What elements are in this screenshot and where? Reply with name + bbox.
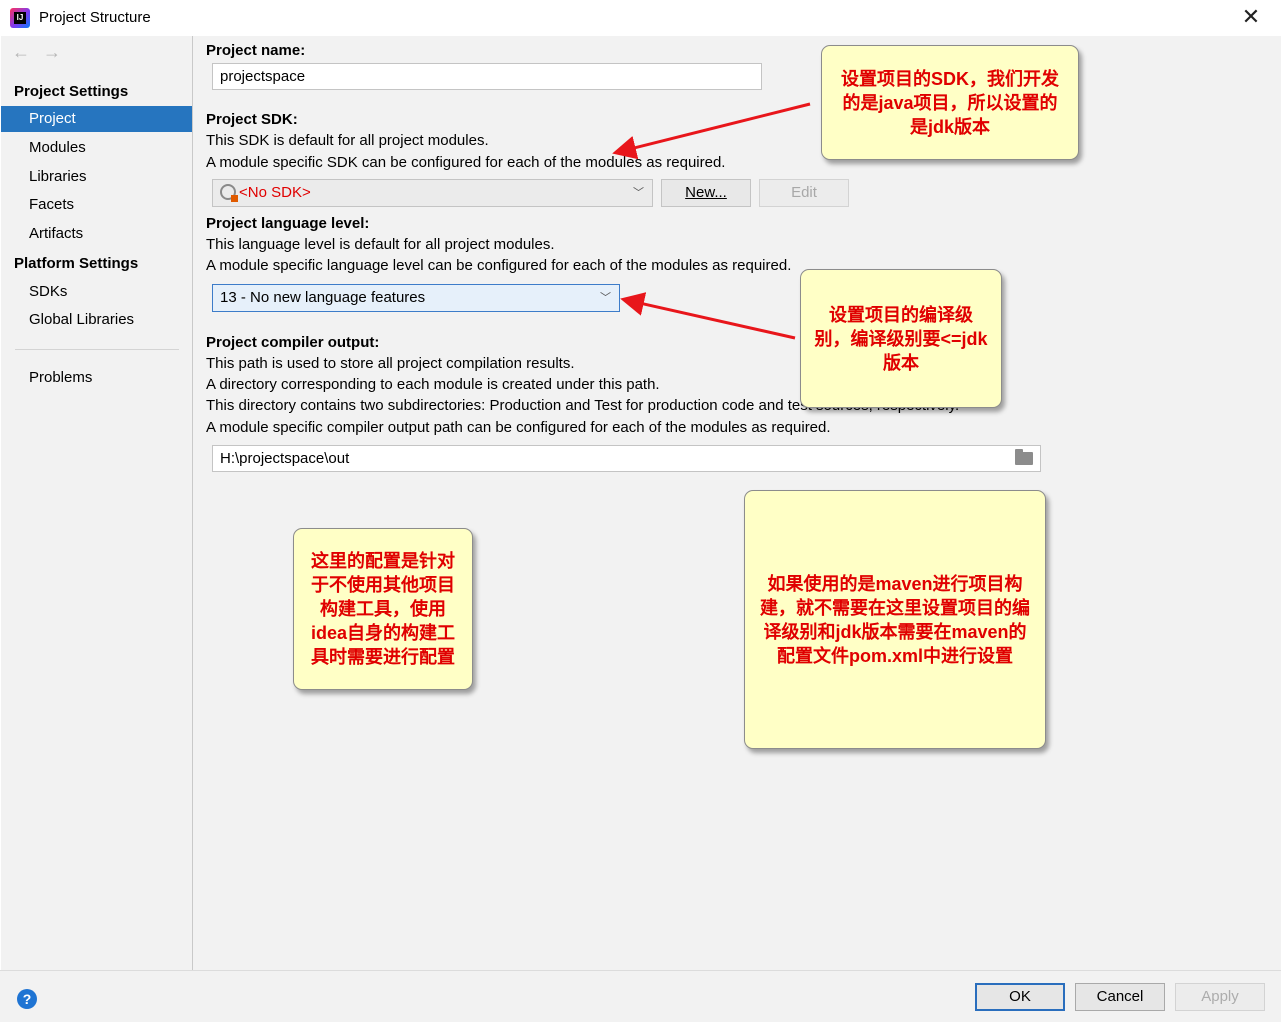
chevron-down-icon: ﹀ (633, 187, 644, 199)
compiler-output-desc-2: A directory corresponding to each module… (206, 376, 660, 393)
sidebar-item-project[interactable]: Project (1, 106, 192, 132)
apply-button[interactable]: Apply (1175, 983, 1265, 1011)
dialog-footer: ? OK Cancel Apply (0, 970, 1281, 1022)
sdk-globe-icon (220, 184, 238, 202)
project-settings-header: Project Settings (14, 83, 129, 100)
logo-text: IJ (14, 12, 26, 24)
compiler-output-input[interactable]: H:\projectspace\out (212, 445, 1041, 472)
sidebar-divider (15, 349, 179, 350)
project-sdk-desc-2: A module specific SDK can be configured … (206, 154, 726, 171)
maven-annotation-note: 如果使用的是maven进行项目构建，就不需要在这里设置项目的编译级别和jdk版本… (744, 490, 1046, 749)
project-sdk-dropdown[interactable]: <No SDK> ﹀ (212, 179, 653, 207)
sidebar-item-sdks[interactable]: SDKs (1, 279, 192, 305)
language-level-selected: 13 - No new language features (220, 289, 426, 306)
title-bar: IJ Project Structure ✕ (0, 0, 1281, 36)
window-title: Project Structure (39, 9, 151, 26)
language-level-desc-2: A module specific language level can be … (206, 257, 792, 274)
language-level-dropdown[interactable]: 13 - No new language features ﹀ (212, 284, 620, 312)
project-name-input[interactable]: projectspace (212, 63, 762, 90)
forward-arrow-icon[interactable]: → (43, 42, 61, 63)
chevron-down-icon: ﹀ (600, 292, 611, 304)
platform-settings-header: Platform Settings (14, 255, 139, 272)
edit-sdk-button[interactable]: Edit (759, 179, 849, 207)
build-tool-annotation-note: 这里的配置是针对于不使用其他项目构建工具，使用idea自身的构建工具时需要进行配… (293, 528, 473, 690)
sidebar-item-global-libraries[interactable]: Global Libraries (1, 307, 192, 333)
project-sdk-label: Project SDK: (206, 111, 298, 128)
sidebar-item-artifacts[interactable]: Artifacts (1, 221, 192, 247)
sidebar-item-facets[interactable]: Facets (1, 192, 192, 218)
project-name-label: Project name: (206, 42, 306, 59)
language-level-annotation-note: 设置项目的编译级别，编译级别要<=jdk版本 (800, 269, 1002, 408)
close-icon[interactable]: ✕ (1240, 6, 1262, 28)
back-arrow-icon[interactable]: ← (12, 42, 30, 63)
ok-button[interactable]: OK (975, 983, 1065, 1011)
intellij-logo-icon: IJ (10, 8, 30, 28)
language-level-desc-1: This language level is default for all p… (206, 236, 555, 253)
sidebar-item-problems[interactable]: Problems (1, 365, 192, 391)
sdk-annotation-note: 设置项目的SDK，我们开发的是java项目，所以设置的是jdk版本 (821, 45, 1079, 160)
sidebar: ← → Project Settings Project Modules Lib… (1, 36, 193, 970)
cancel-button[interactable]: Cancel (1075, 983, 1165, 1011)
compiler-output-label: Project compiler output: (206, 334, 380, 351)
compiler-output-value: H:\projectspace\out (220, 450, 350, 467)
project-sdk-desc-1: This SDK is default for all project modu… (206, 132, 489, 149)
main-panel: Project name: projectspace Project SDK: … (193, 36, 1281, 970)
sdk-selected-value: <No SDK> (239, 184, 311, 201)
folder-icon[interactable] (1015, 449, 1033, 465)
sidebar-item-libraries[interactable]: Libraries (1, 164, 192, 190)
sidebar-item-modules[interactable]: Modules (1, 135, 192, 161)
language-level-label: Project language level: (206, 215, 370, 232)
compiler-output-desc-4: A module specific compiler output path c… (206, 419, 831, 436)
compiler-output-desc-1: This path is used to store all project c… (206, 355, 575, 372)
new-sdk-button[interactable]: New... (661, 179, 751, 207)
help-icon[interactable]: ? (17, 989, 37, 1009)
